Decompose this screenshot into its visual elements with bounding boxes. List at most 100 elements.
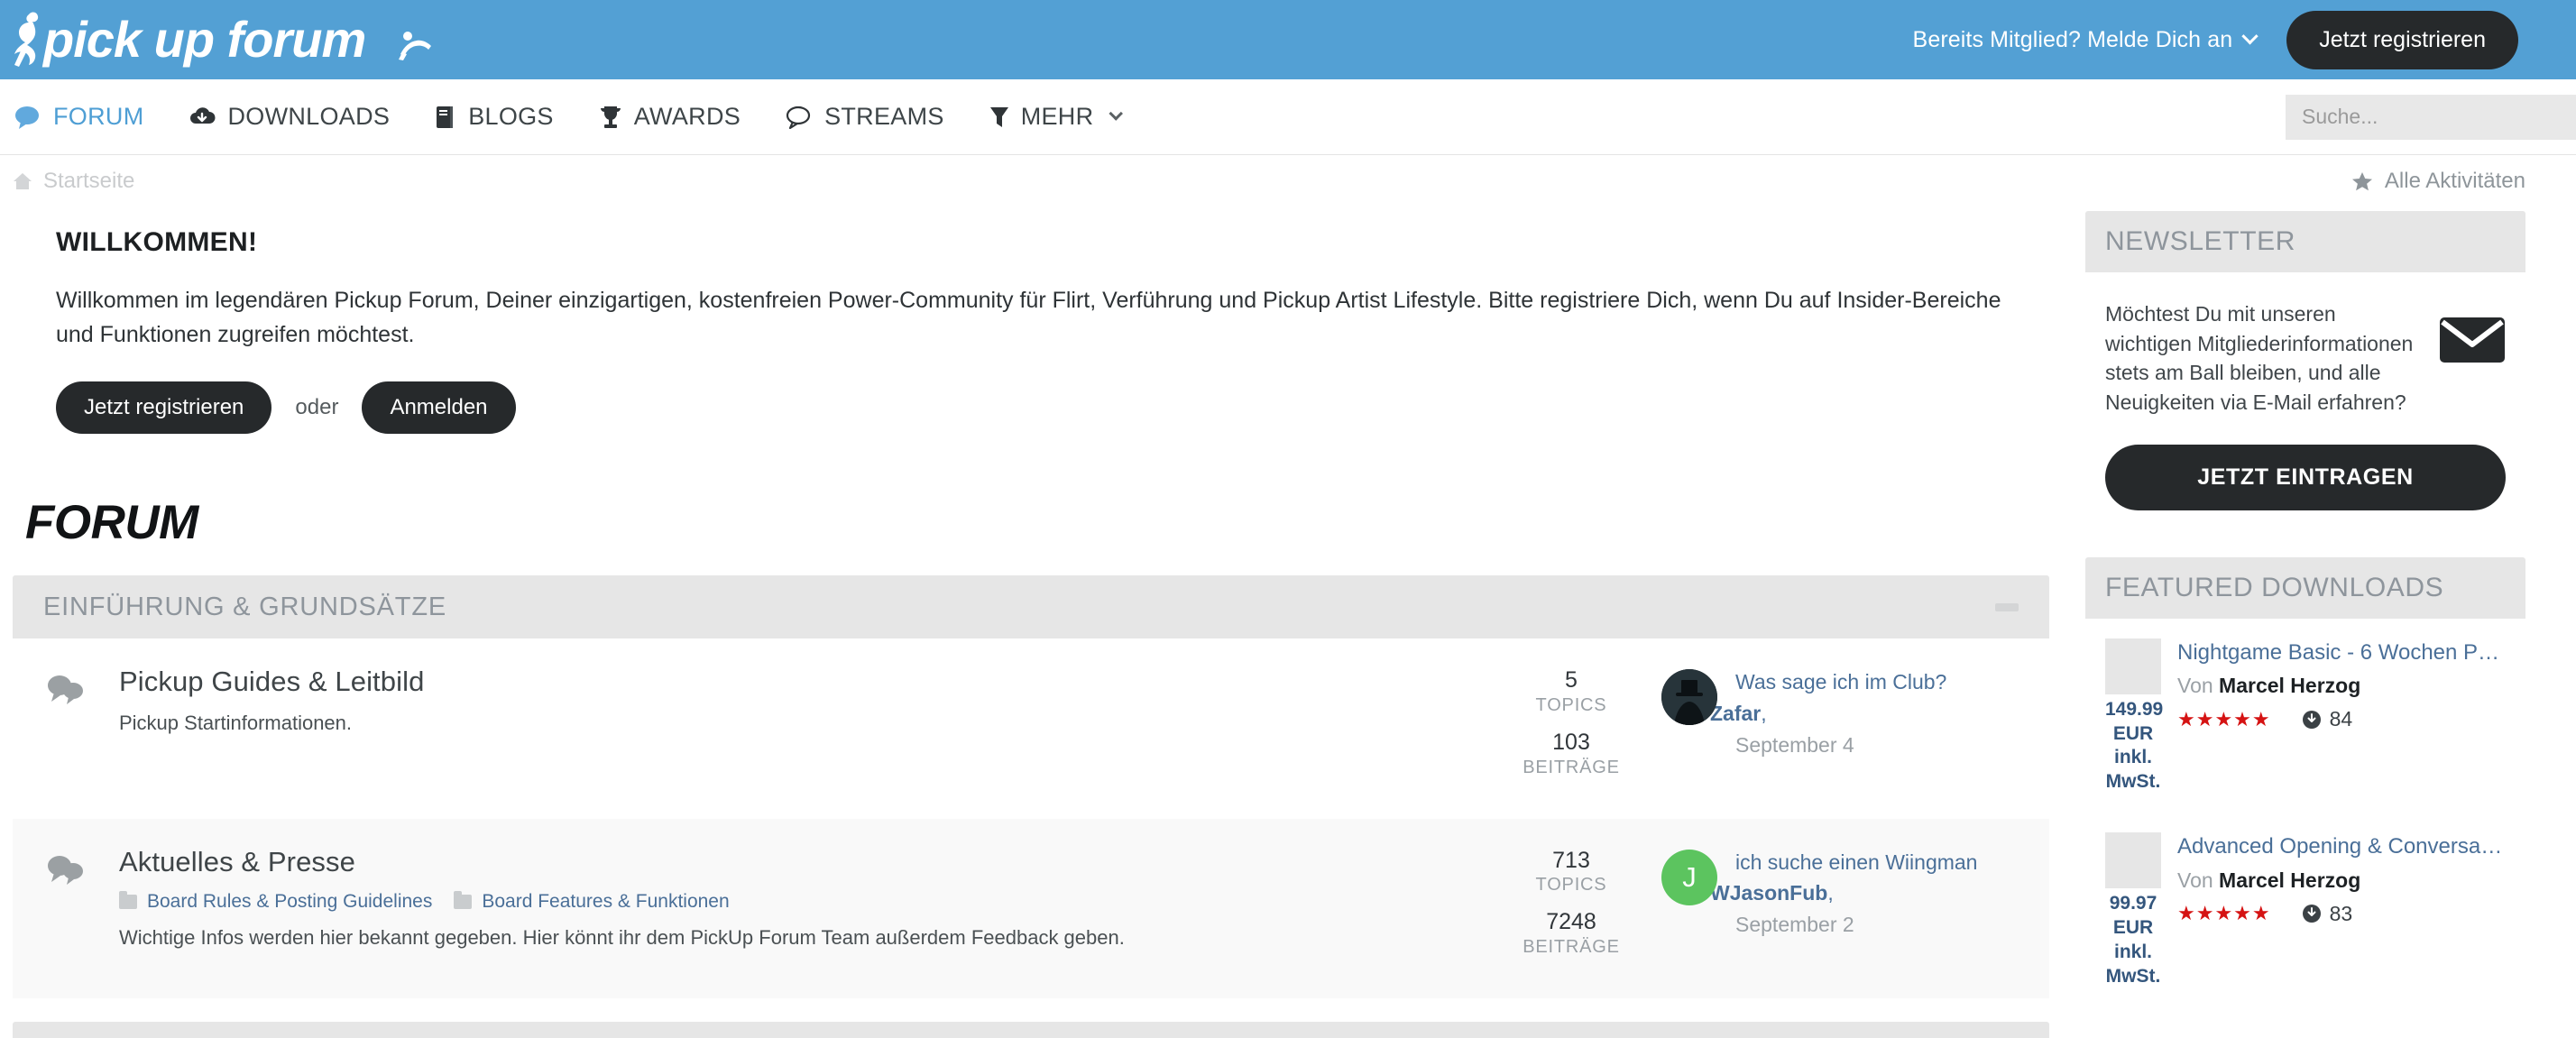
download-title[interactable]: Advanced Opening & Conversation [2177,834,2506,860]
last-post-cell: J ich suche einen Wiingman WJasonFub, Se… [1661,846,2049,938]
avatar[interactable] [1661,669,1717,725]
comments-icon [48,855,83,885]
search-input[interactable] [2286,94,2576,140]
nav-item-list: FORUM DOWNLOADS BLOGS AWARDS STREAMS MEH… [13,96,1124,138]
forum-description: Wichtige Infos werden hier bekannt gegeb… [119,925,1125,949]
chevron-down-icon [1109,106,1124,121]
welcome-actions: Jetzt registrieren oder Anmelden [56,381,2006,434]
login-dropdown-label: Bereits Mitglied? Melde Dich an [1912,26,2233,52]
forum-link[interactable]: Aktuelles & Presse [119,846,1459,878]
breadcrumb-home[interactable]: Startseite [13,169,134,194]
download-by-label: Von [2177,674,2213,698]
forum-status-icon-cell [13,846,119,889]
download-thumbnail [2105,638,2161,694]
welcome-or-label: oder [295,395,339,419]
last-post-title[interactable]: ich suche einen Wiingman [1735,850,2049,876]
register-button-header[interactable]: Jetzt registrieren [2286,10,2518,69]
comma: , [1827,881,1834,905]
logo-graphic: pick up forum [14,11,431,68]
last-post-text: ich suche einen Wiingman WJasonFub, Sept… [1710,850,2049,938]
newsletter-text: Möchtest Du mit unseren wichtigen Mitgli… [2105,302,2414,414]
newsletter-title: NEWSLETTER [2105,226,2296,256]
download-meta: ★★★★★ 84 [2177,707,2506,731]
download-count: 84 [2302,707,2353,731]
nav-item-awards[interactable]: AWARDS [597,96,742,138]
forum-info-cell: Pickup Guides & Leitbild Pickup Startinf… [119,666,1481,738]
welcome-heading: WILLKOMMEN! [56,227,258,257]
topics-count: 5 [1565,667,1578,693]
list-item[interactable]: Board Rules & Posting Guidelines [119,890,432,913]
download-thumbnail [2105,832,2161,889]
nav-item-downloads[interactable]: DOWNLOADS [187,96,391,138]
nav-item-awards-label: AWARDS [633,103,741,130]
folder-icon [119,890,137,909]
breadcrumb: Startseite Alle Aktivitäten [0,155,2576,207]
list-item[interactable]: 149.99 EUR inkl. MwSt. Nightgame Basic -… [2085,619,2525,813]
posts-label: BEITRÄGE [1523,757,1620,777]
nav-item-mehr[interactable]: MEHR [988,96,1124,138]
download-author[interactable]: Marcel Herzog [2219,674,2360,697]
newsletter-row: Möchtest Du mit unseren wichtigen Mitgli… [2105,299,2506,418]
download-info: Nightgame Basic - 6 Wochen Progra… Von M… [2177,638,2506,731]
nav-item-blogs[interactable]: BLOGS [433,96,556,138]
download-author-line: Von Marcel Herzog [2177,674,2506,699]
welcome-body: Willkommen im legendären Pickup Forum, D… [56,288,2001,347]
all-activity-link[interactable]: Alle Aktivitäten [2351,169,2525,194]
site-header: pick up forum Bereits Mitglied? Melde Di… [0,0,2576,79]
download-title[interactable]: Nightgame Basic - 6 Wochen Progra… [2177,640,2506,666]
comment-o-icon [786,106,813,129]
book-icon [435,105,456,130]
download-count-value: 84 [2329,707,2353,731]
last-post-author[interactable]: WJasonFub, [1710,880,2049,906]
category-header[interactable]: SCHATZTRUHE [13,1022,2049,1038]
forum-info-cell: Aktuelles & Presse Board Rules & Posting… [119,846,1481,952]
featured-downloads-title: FEATURED DOWNLOADS [2105,572,2444,602]
table-row[interactable]: Pickup Guides & Leitbild Pickup Startinf… [13,638,2049,819]
avatar[interactable]: J [1661,849,1717,905]
main-content: WILLKOMMEN! Willkommen im legendären Pic… [13,207,2049,1038]
nav-item-forum[interactable]: FORUM [13,96,145,138]
svg-text:pick up forum: pick up forum [41,11,365,68]
collapse-icon[interactable] [1995,602,2019,611]
download-author[interactable]: Marcel Herzog [2219,868,2360,892]
download-price: 99.97 EUR inkl. MwSt. [2105,893,2161,987]
last-post-author[interactable]: Zafar, [1710,701,2049,727]
newsletter-block: NEWSLETTER Möchtest Du mit unseren wicht… [2085,211,2525,534]
chevron-down-icon [2241,27,2259,44]
download-meta: ★★★★★ 83 [2177,902,2506,926]
last-post-title[interactable]: Was sage ich im Club? [1735,669,2049,695]
comments-icon [48,675,83,704]
welcome-block: WILLKOMMEN! Willkommen im legendären Pic… [13,211,2049,434]
download-icon [2302,905,2321,923]
star-icon [2351,171,2372,190]
nav-item-streams[interactable]: STREAMS [784,96,946,138]
download-price: 149.99 EUR inkl. MwSt. [2105,698,2164,793]
download-icon [2302,710,2321,729]
newsletter-subscribe-button[interactable]: JETZT EINTRAGEN [2105,444,2506,510]
envelope-icon [2439,299,2506,369]
last-post-date: September 4 [1735,732,1854,757]
topics-label: TOPICS [1535,694,1607,715]
forum-stats-cell: 5 TOPICS 103 BEITRÄGE [1481,666,1661,792]
login-dropdown[interactable]: Bereits Mitglied? Melde Dich an [1912,26,2259,53]
trophy-icon [599,105,622,130]
comment-icon [14,106,41,129]
category-header[interactable]: EINFÜHRUNG & GRUNDSÄTZE [13,575,2049,638]
download-thumb-cell: 99.97 EUR inkl. MwSt. [2105,832,2161,989]
download-thumb-cell: 149.99 EUR inkl. MwSt. [2105,638,2164,795]
nav-item-blogs-label: BLOGS [468,103,554,130]
rating-stars: ★★★★★ [2177,902,2271,925]
topics-label: TOPICS [1535,875,1607,896]
login-button-welcome[interactable]: Anmelden [362,381,516,434]
forum-status-icon-cell [13,666,119,709]
table-row[interactable]: Aktuelles & Presse Board Rules & Posting… [13,818,2049,998]
forum-stats-cell: 713 TOPICS 7248 BEITRÄGE [1481,846,1661,972]
nav-item-mehr-label: MEHR [1020,103,1094,130]
list-item[interactable]: 99.97 EUR inkl. MwSt. Advanced Opening &… [2085,813,2525,1007]
featured-downloads-header: FEATURED DOWNLOADS [2085,556,2525,619]
forum-link[interactable]: Pickup Guides & Leitbild [119,666,1459,698]
register-button-welcome[interactable]: Jetzt registrieren [56,381,272,434]
filter-icon [989,106,1009,129]
list-item[interactable]: Board Features & Funktionen [454,890,730,913]
site-logo[interactable]: pick up forum [9,0,442,79]
